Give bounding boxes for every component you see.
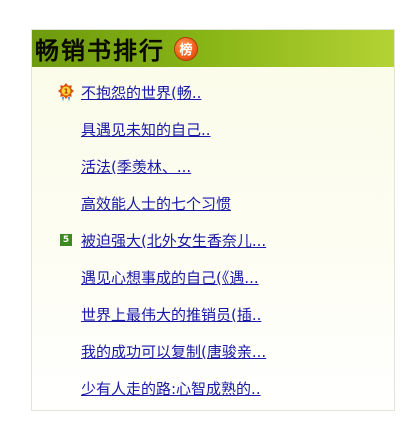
book-link[interactable]: 我的成功可以复制(唐骏亲... bbox=[81, 341, 266, 362]
medal-icon: 1 bbox=[56, 82, 76, 102]
bestseller-panel: 畅销书排行 榜 1 不抱怨的世界(畅.. 具遇见未知的自己.. 活法(季羡林、.… bbox=[31, 29, 395, 411]
rank-number: 5 bbox=[60, 234, 72, 246]
book-link[interactable]: 遇见心想事成的自己(《遇... bbox=[81, 267, 259, 288]
panel-header: 畅销书排行 榜 bbox=[32, 30, 394, 67]
list-item: 1 不抱怨的世界(畅.. bbox=[32, 80, 394, 104]
list-item: 具遇见未知的自己.. bbox=[32, 117, 394, 141]
list-item: 活法(季羡林、... bbox=[32, 154, 394, 178]
rank-square-icon: 5 bbox=[56, 230, 76, 250]
book-link[interactable]: 少有人走的路:心智成熟的.. bbox=[81, 378, 261, 399]
book-link[interactable]: 不抱怨的世界(畅.. bbox=[81, 82, 201, 103]
medal-rank-number: 1 bbox=[64, 88, 69, 96]
list-item: 世界上最伟大的推销员(插.. bbox=[32, 302, 394, 326]
list-item: 5 被迫强大(北外女生香奈儿... bbox=[32, 228, 394, 252]
panel-title: 畅销书排行 bbox=[35, 36, 165, 65]
book-link[interactable]: 被迫强大(北外女生香奈儿... bbox=[81, 230, 266, 251]
book-link[interactable]: 世界上最伟大的推销员(插.. bbox=[81, 304, 261, 325]
list-item: 高效能人士的七个习惯 bbox=[32, 191, 394, 215]
ranking-badge-icon: 榜 bbox=[175, 37, 197, 60]
book-link[interactable]: 高效能人士的七个习惯 bbox=[81, 193, 231, 214]
book-link[interactable]: 具遇见未知的自己.. bbox=[81, 119, 211, 140]
list-item: 我的成功可以复制(唐骏亲... bbox=[32, 339, 394, 363]
list-item: 遇见心想事成的自己(《遇... bbox=[32, 265, 394, 289]
book-link[interactable]: 活法(季羡林、... bbox=[81, 156, 191, 177]
list-item: 少有人走的路:心智成熟的.. bbox=[32, 376, 394, 400]
